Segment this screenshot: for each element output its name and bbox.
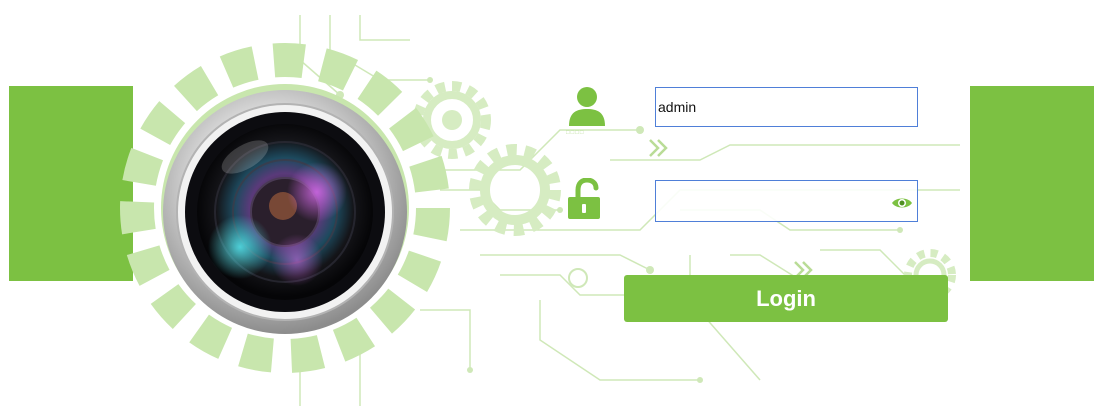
password-input[interactable] xyxy=(655,180,918,222)
camera-lens-icon xyxy=(163,90,407,334)
gear-icon-small-1 xyxy=(413,81,491,159)
background-illustration xyxy=(120,15,960,406)
gear-icon-small-2 xyxy=(469,144,561,236)
username-input[interactable] xyxy=(655,87,918,127)
login-button[interactable]: Login xyxy=(624,275,948,322)
user-icon xyxy=(569,87,605,126)
user-caption: □□□□ xyxy=(566,130,585,136)
unlocked-padlock-icon xyxy=(568,178,600,219)
eye-icon[interactable] xyxy=(891,196,913,210)
